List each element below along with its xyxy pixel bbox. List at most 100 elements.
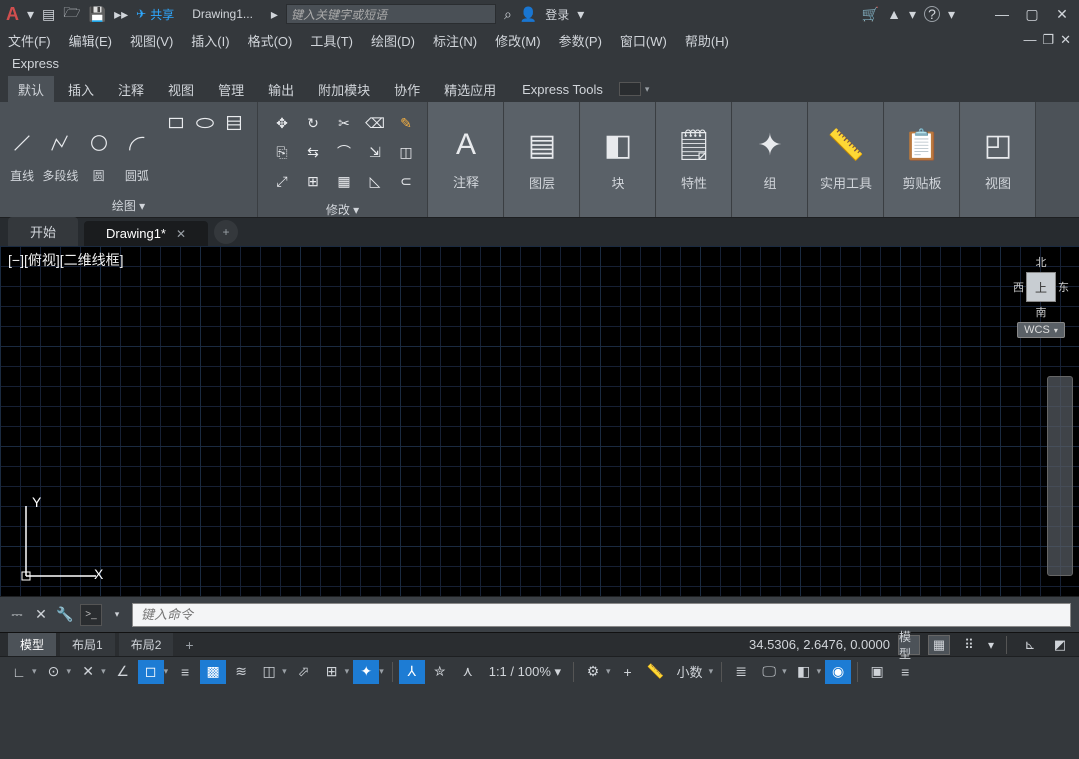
tool-arrayrect[interactable]: ▦ [330,168,358,194]
ribbon-panel-group[interactable]: ✦ 组 [732,102,808,217]
login-dropdown-icon[interactable]: ▾ [577,6,584,23]
ribbon-panel-annotate[interactable]: A 注释 [428,102,504,217]
status-iso-icon[interactable]: ◩ [1049,635,1071,655]
panel-label-modify[interactable]: 修改 ▾ [262,198,423,221]
sb-dd-7-icon[interactable]: ▾ [379,666,384,677]
sb-transparency-icon[interactable]: ◫ [256,660,282,684]
tab-close-icon[interactable]: ✕ [176,227,186,241]
tool-erase[interactable]: ⌫ [361,110,389,136]
sb-dd-8-icon[interactable]: ▾ [606,666,611,677]
sb-dd-2-icon[interactable]: ▾ [67,666,72,677]
sb-dd-11-icon[interactable]: ▾ [817,666,822,677]
app-dropdown-icon[interactable]: ▾ [909,6,916,23]
tool-array[interactable]: ⊞ [299,168,327,194]
viewport-label[interactable]: [−][俯视][二维线框] [8,250,124,270]
sb-dd-9-icon[interactable]: ▾ [709,666,714,677]
tab-start[interactable]: 开始 [8,217,78,246]
tab-drawing1[interactable]: Drawing1* ✕ [84,221,208,246]
ribbon-tab-manage[interactable]: 管理 [208,76,254,103]
tool-chamfer[interactable]: ◺ [361,168,389,194]
cart-icon[interactable]: 🛒 [862,6,879,23]
panel-label-draw[interactable]: 绘图 ▾ [4,194,253,217]
sb-dd-3-icon[interactable]: ▾ [101,666,106,677]
navigation-bar[interactable] [1047,376,1073,576]
tool-arc[interactable]: 圆弧 [119,106,155,184]
menu-draw[interactable]: 绘图(D) [371,31,415,50]
login-label[interactable]: 登录 [545,6,569,23]
dropdown-icon[interactable]: ▾ [27,6,34,23]
app-logo-icon[interactable]: A [6,4,19,25]
minimize-button[interactable]: — [995,7,1009,21]
sb-dd-1-icon[interactable]: ▾ [32,666,37,677]
status-grid-icon[interactable]: ▦ [928,635,950,655]
sb-ann-icon[interactable]: ⚙ [580,660,606,684]
tool-trim[interactable]: ✂ [330,110,358,136]
sb-ruler-icon[interactable]: 📏 [643,660,669,684]
tool-offset[interactable]: ◫ [392,139,420,165]
cmd-close-icon[interactable]: ✕ [32,606,50,624]
sb-clean-icon[interactable]: ▣ [864,660,890,684]
menu-window[interactable]: 窗口(W) [620,31,667,50]
tool-rotate[interactable]: ↻ [299,110,327,136]
tool-polyline[interactable]: 多段线 [42,106,78,184]
tool-stretch[interactable]: ⇲ [361,139,389,165]
sb-plus-icon[interactable]: + [615,660,641,684]
sb-lineweight-icon[interactable]: ≋ [228,660,254,684]
sb-polar-icon[interactable]: ✕ [75,660,101,684]
save-icon[interactable]: 💾 [89,6,106,23]
ribbon-panel-clipboard[interactable]: 📋 剪贴板 [884,102,960,217]
tool-explode[interactable]: ✎ [392,110,420,136]
ribbon-tab-express[interactable]: Express Tools [522,82,603,97]
share-button[interactable]: ✈ 共享 [136,6,174,23]
sb-cloud-icon[interactable]: ◉ [825,660,851,684]
doc-minimize-button[interactable]: — [1023,32,1036,48]
menu-view[interactable]: 视图(V) [130,31,173,50]
unit-label[interactable]: 小数 [671,662,709,681]
search-input[interactable]: 键入关键字或短语 [286,4,496,24]
scale-label[interactable]: 1:1 / 100% ▾ [483,664,567,680]
tool-move[interactable]: ✥ [268,110,296,136]
menu-help[interactable]: 帮助(H) [685,31,729,50]
search-icon[interactable]: ⌕ [504,6,512,23]
help-icon[interactable]: ? [924,6,940,22]
ribbon-tab-insert[interactable]: 插入 [58,76,104,103]
sb-dynucs-icon[interactable]: ▩ [200,660,226,684]
sb-angle-icon[interactable]: ∠ [110,660,136,684]
menu-parametric[interactable]: 参数(P) [559,31,602,50]
tool-scale[interactable]: ⤢ [268,168,296,194]
sb-infer-icon[interactable]: ⊙ [41,660,67,684]
status-model-button[interactable]: 模型 [898,635,920,655]
cmd-config-icon[interactable]: 🔧 [56,606,74,624]
sb-screen-icon[interactable]: 🖵 [756,660,782,684]
cmd-dropdown-icon[interactable]: ▾ [108,606,126,624]
sb-nav-icon[interactable]: ⋏ [455,660,481,684]
sb-osnap-icon[interactable]: ◻ [138,660,164,684]
cmd-history-icon[interactable]: ⎓ [8,606,26,624]
express-label[interactable]: Express [12,56,59,71]
tab-add-button[interactable]: + [214,220,238,244]
tool-fillet[interactable]: ⌒ [330,139,358,165]
tool-line[interactable]: 直线 [4,106,40,184]
wcs-button[interactable]: WCS▾ [1017,322,1065,338]
sb-ui-icon[interactable]: ◧ [791,660,817,684]
ribbon-tab-annotate[interactable]: 注释 [108,76,154,103]
ribbon-tab-addins[interactable]: 附加模块 [308,76,380,103]
user-icon[interactable]: 👤 [520,6,537,23]
sb-list-icon[interactable]: ≣ [728,660,754,684]
tool-rect[interactable] [163,110,189,136]
tool-mirror[interactable]: ⇆ [299,139,327,165]
tool-subset[interactable]: ⊂ [392,168,420,194]
drawing-area[interactable]: [−][俯视][二维线框] Y X 北 西 上 东 南 WCS▾ [0,246,1079,596]
menu-modify[interactable]: 修改(M) [495,31,541,50]
command-input[interactable] [132,603,1071,627]
open-icon[interactable]: 🗁 [63,2,80,26]
sb-dd-5-icon[interactable]: ▾ [282,666,287,677]
sb-constrain-icon[interactable]: ⬀ [291,660,317,684]
layout-model[interactable]: 模型 [8,633,56,656]
ribbon-tab-output[interactable]: 输出 [258,76,304,103]
ribbon-panel-props[interactable]: 🗒 特性 [656,102,732,217]
status-perp-icon[interactable]: ⊾ [1019,635,1041,655]
layout-1[interactable]: 布局1 [60,633,115,656]
status-snap-dd-icon[interactable]: ▾ [988,638,994,652]
doc-restore-button[interactable]: ❐ [1042,32,1054,48]
